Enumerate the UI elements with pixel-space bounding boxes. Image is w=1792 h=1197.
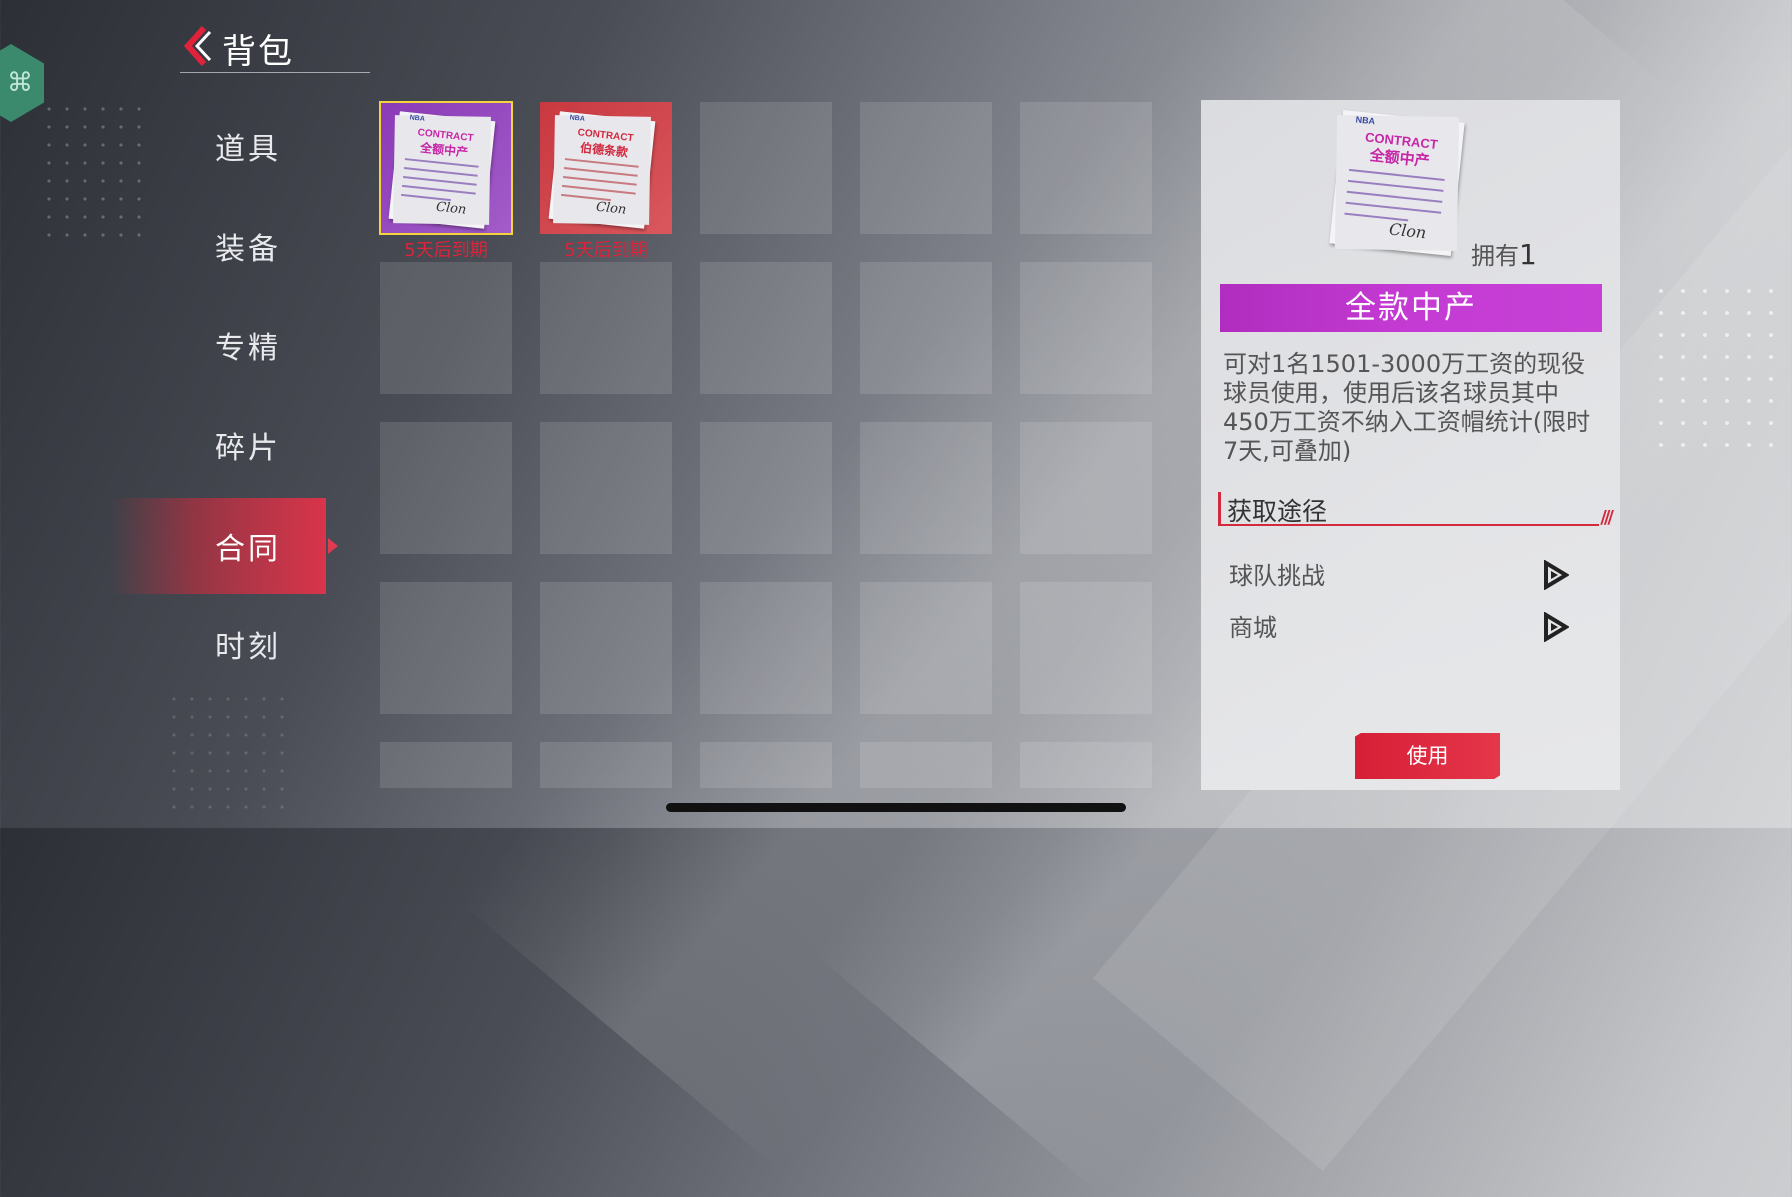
source-row-team-challenge[interactable]: 球队挑战 (1229, 556, 1569, 596)
nav-item-label: 专精 (215, 331, 281, 366)
nav-item-fragments[interactable]: 碎片 (110, 399, 326, 491)
nav-item-label: 道具 (215, 132, 281, 167)
empty-slot[interactable] (860, 102, 992, 234)
nav-item-label: 时刻 (215, 630, 281, 665)
source-section-title: 获取途径 /// (1218, 492, 1614, 528)
item-description: 可对1名1501-3000万工资的现役球员使用，使用后该名球员其中450万工资不… (1223, 350, 1591, 465)
use-button[interactable]: 使用 (1355, 733, 1500, 779)
empty-slot[interactable] (700, 102, 832, 234)
empty-slot[interactable] (1020, 742, 1152, 788)
slash-decoration-icon: /// (1600, 507, 1614, 528)
nav-item-props[interactable]: 道具 (110, 100, 326, 192)
empty-slot[interactable] (1020, 102, 1152, 234)
inventory-item-full-mle[interactable]: NBA CONTRACT 全额中产 Clon (379, 101, 513, 235)
empty-slot[interactable] (540, 742, 672, 788)
back-button[interactable] (180, 24, 216, 68)
empty-slot[interactable] (540, 422, 672, 554)
item-name-banner: 全款中产 (1220, 284, 1602, 332)
empty-slot[interactable] (860, 742, 992, 788)
nav-item-moments[interactable]: 时刻 (110, 598, 326, 690)
go-arrow-icon[interactable] (1543, 560, 1569, 590)
empty-slot[interactable] (1020, 582, 1152, 714)
empty-slot[interactable] (380, 422, 512, 554)
source-row-shop[interactable]: 商城 (1229, 608, 1569, 648)
nav-item-label: 装备 (215, 232, 281, 267)
empty-slot[interactable] (860, 262, 992, 394)
empty-slot[interactable] (380, 742, 512, 788)
home-indicator[interactable] (666, 803, 1126, 812)
contract-document-icon: NBA CONTRACT 全额中产 Clon (388, 111, 496, 229)
nav-item-equipment[interactable]: 装备 (110, 200, 326, 292)
empty-slot[interactable] (540, 262, 672, 394)
empty-slot[interactable] (700, 742, 832, 788)
nav-item-label: 合同 (215, 532, 281, 567)
item-detail-panel: NBA CONTRACT 全额中产 Clon 拥有1 全款中产 可对1名1501… (1201, 100, 1620, 790)
empty-slot[interactable] (1020, 422, 1152, 554)
empty-slot[interactable] (860, 582, 992, 714)
page-header: 背包 (180, 22, 370, 73)
owned-count: 拥有1 (1471, 238, 1537, 271)
empty-slot[interactable] (860, 422, 992, 554)
empty-slot[interactable] (1020, 262, 1152, 394)
gamepad-icon[interactable]: ⌘ (0, 44, 44, 122)
nav-item-specialty[interactable]: 专精 (110, 299, 326, 391)
empty-slot[interactable] (700, 262, 832, 394)
active-pointer-icon (328, 538, 338, 554)
bg-dots (165, 690, 285, 820)
bg-dots (1650, 280, 1790, 460)
back-arrow-icon (183, 26, 212, 66)
contract-document-icon: NBA CONTRACT 伯德条款 Clon (548, 111, 656, 229)
empty-slot[interactable] (380, 262, 512, 394)
item-expiry-label: 5天后到期 (564, 240, 648, 261)
empty-slot[interactable] (540, 582, 672, 714)
nav-item-label: 碎片 (215, 431, 281, 466)
contract-document-icon: NBA CONTRACT 全额中产 Clon (1329, 109, 1465, 257)
page-title: 背包 (222, 32, 294, 72)
empty-slot[interactable] (380, 582, 512, 714)
inventory-item-bird-rights[interactable]: NBA CONTRACT 伯德条款 Clon (540, 102, 672, 234)
go-arrow-icon[interactable] (1543, 612, 1569, 642)
nav-item-contracts[interactable]: 合同 (110, 498, 338, 594)
item-expiry-label: 5天后到期 (404, 240, 488, 261)
empty-slot[interactable] (700, 582, 832, 714)
empty-slot[interactable] (700, 422, 832, 554)
